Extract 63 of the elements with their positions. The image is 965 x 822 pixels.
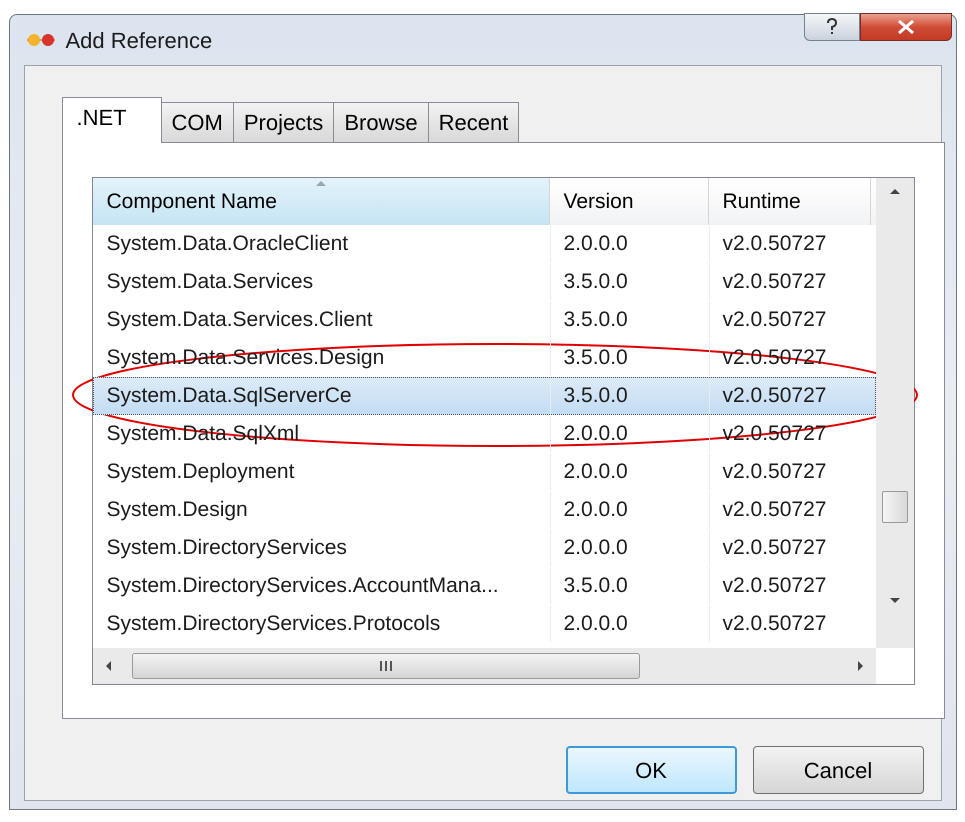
table-row[interactable]: System.DirectoryServices.AccountMana... 3.5.0.0 v2.0.50727 — [92, 567, 876, 605]
table-cell: 3.5.0.0 — [550, 378, 710, 414]
table-cell: 3.5.0.0 — [550, 568, 710, 604]
scroll-up-icon[interactable] — [888, 188, 900, 195]
table-row[interactable]: System.DirectoryServices.Protocols 2.0.0.0 v2.0.50727 — [92, 605, 876, 643]
table-row[interactable]: System.Deployment 2.0.0.0 v2.0.50727 — [92, 453, 876, 491]
tab[interactable]: Projects — [234, 102, 334, 142]
table-cell: System.Data.SqlServerCe — [94, 378, 550, 414]
scroll-thumb[interactable] — [882, 491, 908, 523]
table-cell: System.Design — [94, 492, 550, 528]
table-cell: System.DirectoryServices.AccountMana... — [94, 568, 550, 604]
help-button[interactable] — [804, 13, 860, 41]
table-cell: 2.0.0.0 — [550, 454, 710, 490]
column-header[interactable]: Component Name — [92, 178, 550, 225]
table-cell-text: v2.0.50727 — [722, 573, 828, 599]
table-row[interactable]: System.DirectoryServices 2.0.0.0 v2.0.50727 — [92, 529, 876, 567]
horizontal-scrollbar[interactable] — [92, 648, 876, 684]
table-cell: System.DirectoryServices — [94, 530, 550, 566]
tab[interactable]: Browse — [334, 102, 429, 142]
table-row[interactable]: System.Data.Services 3.5.0.0 v2.0.50727 — [92, 263, 876, 301]
close-icon — [896, 20, 914, 34]
table-cell: 2.0.0.0 — [550, 226, 710, 262]
ok-button[interactable]: OK — [566, 746, 736, 794]
table-cell-text: v2.0.50727 — [722, 383, 828, 409]
table-cell-text: v2.0.50727 — [722, 535, 828, 561]
sort-arrow-icon — [314, 180, 326, 187]
table-cell: System.Data.OracleClient — [94, 226, 550, 262]
vertical-scrollbar[interactable] — [876, 178, 914, 648]
close-button[interactable] — [860, 13, 952, 41]
column-header[interactable]: Version — [550, 178, 708, 225]
table-cell-text: v2.0.50727 — [722, 459, 828, 485]
table-row[interactable]: System.Data.SqlServerCe 3.5.0.0 v2.0.50727 — [92, 377, 876, 415]
tab[interactable]: COM — [162, 102, 234, 142]
scroll-thumb[interactable] — [132, 653, 640, 679]
table-cell-text: v2.0.50727 — [722, 611, 828, 637]
grip-icon — [378, 660, 392, 672]
scroll-down-icon[interactable] — [888, 597, 900, 604]
table-cell: System.DirectoryServices.Protocols — [94, 606, 550, 642]
scroll-right-icon[interactable] — [856, 660, 864, 672]
table-row[interactable]: System.Data.Services.Client 3.5.0.0 v2.0.50727 — [92, 301, 876, 339]
table-cell: 3.5.0.0 — [550, 264, 710, 300]
table-cell-text: v2.0.50727 — [722, 497, 828, 523]
table-cell-text: v2.0.50727 — [722, 269, 828, 295]
table-cell: System.Data.Services — [94, 264, 550, 300]
table-cell: System.Data.Services.Client — [94, 302, 550, 338]
scroll-left-icon[interactable] — [104, 660, 112, 672]
table-cell-text: v2.0.50727 — [722, 231, 828, 257]
table-row[interactable]: System.Design 2.0.0.0 v2.0.50727 — [92, 491, 876, 529]
tab[interactable]: Recent — [428, 102, 520, 142]
cancel-button[interactable]: Cancel — [752, 746, 924, 794]
column-header[interactable]: Runtime — [708, 178, 870, 225]
window-title: Add Reference — [66, 26, 212, 54]
table-row[interactable]: System.Data.OracleClient 2.0.0.0 v2.0.50727 — [92, 225, 876, 263]
table-cell: 2.0.0.0 — [550, 530, 710, 566]
table-cell: 2.0.0.0 — [550, 606, 710, 642]
tab[interactable]: .NET — [62, 97, 162, 143]
table-cell: 2.0.0.0 — [550, 416, 710, 452]
help-icon — [826, 18, 838, 36]
table-cell: 3.5.0.0 — [550, 340, 710, 376]
table-cell: System.Deployment — [94, 454, 550, 490]
table-cell: 2.0.0.0 — [550, 492, 710, 528]
table-cell: 3.5.0.0 — [550, 302, 710, 338]
table-cell-text: v2.0.50727 — [722, 307, 828, 333]
